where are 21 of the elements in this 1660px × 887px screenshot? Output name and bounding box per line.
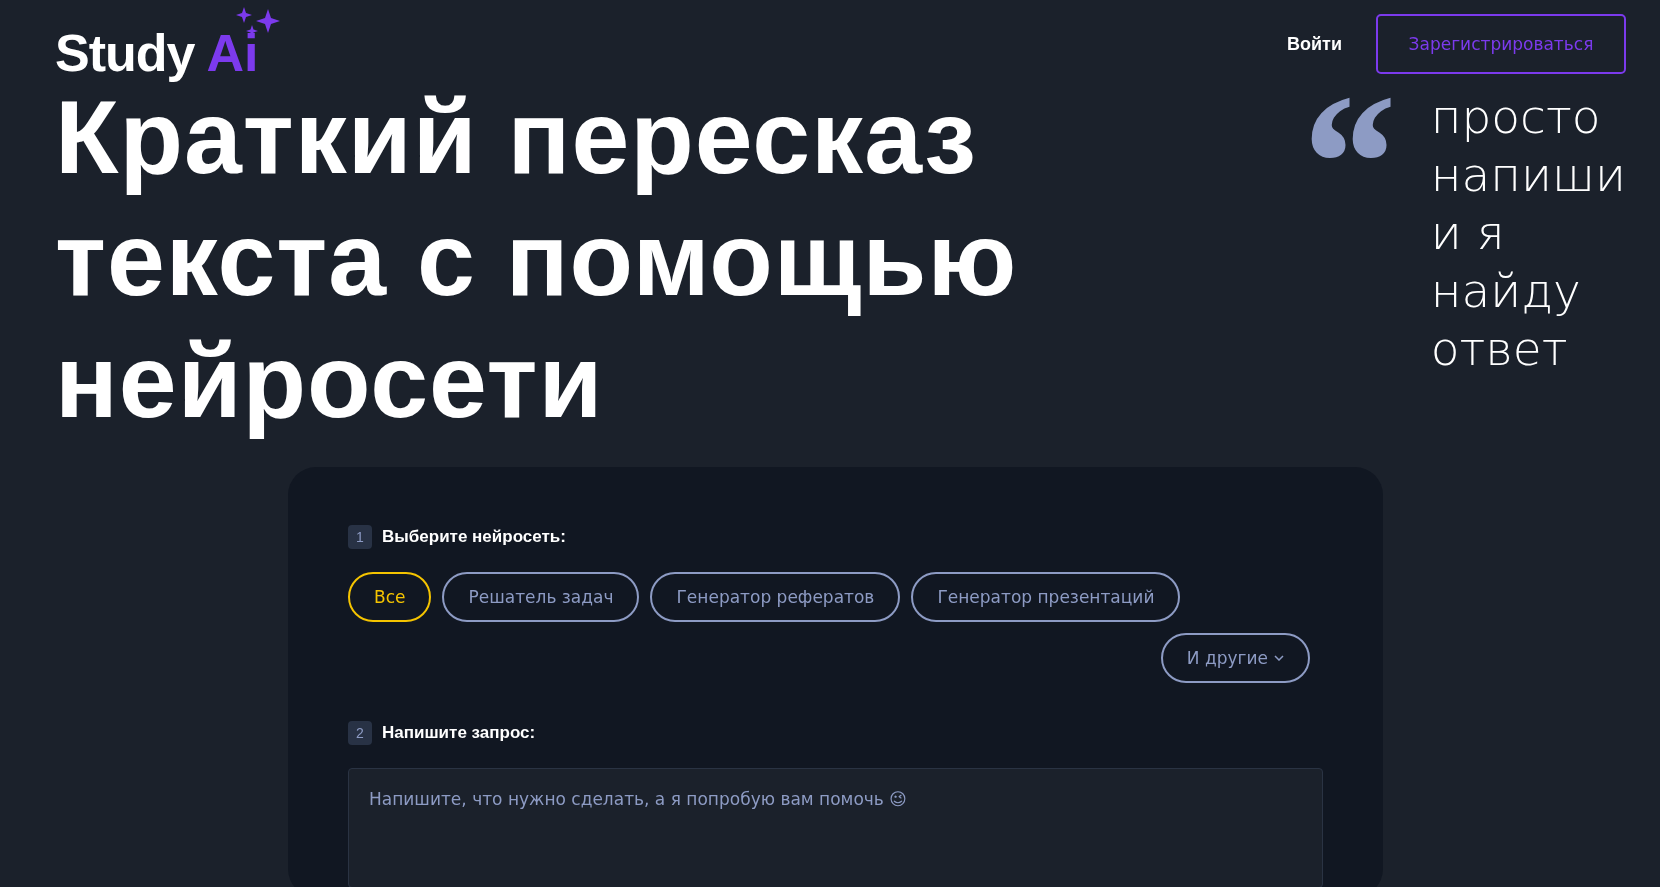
page-title-line: текста с помощью: [55, 200, 1018, 319]
quote-text-line: просто: [1430, 88, 1602, 146]
more-button[interactable]: И другие: [1160, 633, 1310, 683]
logo-accent-text: Ai: [206, 27, 259, 79]
step-label: Напишите запрос:: [382, 723, 536, 743]
chevron-down-icon: [1274, 655, 1284, 661]
login-link[interactable]: Войти: [1287, 33, 1342, 55]
request-field[interactable]: Напишите, что нужно сделать, а я попробую вам помочь 😉: [348, 768, 1323, 887]
quote-text-line: напиши: [1430, 146, 1626, 204]
filter-chip[interactable]: Решатель задач: [442, 572, 640, 622]
quote-text-line: найду: [1430, 262, 1582, 320]
quote-text-line: и я: [1430, 204, 1506, 262]
filter-chip[interactable]: Все: [348, 572, 432, 622]
step-number: 1: [348, 525, 372, 549]
step-label: Выберите нейросеть:: [382, 527, 566, 547]
quote-text-line: ответ: [1430, 320, 1569, 378]
filter-chip[interactable]: Генератор презентаций: [911, 572, 1181, 622]
filter-chip[interactable]: Генератор рефератов: [650, 572, 901, 622]
quote-mark: “: [1292, 88, 1393, 208]
page-title-line: нейросети: [55, 322, 605, 441]
step-number: 2: [348, 721, 372, 745]
